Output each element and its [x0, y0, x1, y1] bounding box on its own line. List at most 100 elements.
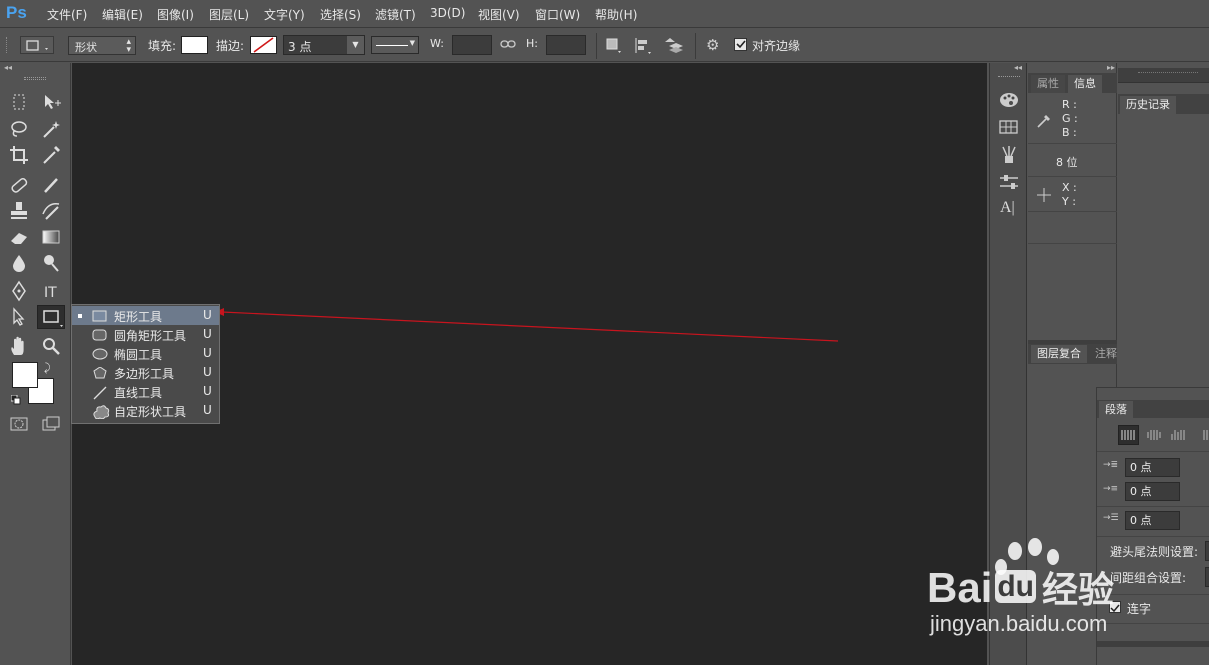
svg-text:IT: IT: [44, 285, 57, 301]
flyout-line-tool[interactable]: 直线工具 U: [72, 382, 219, 401]
color-palette-icon[interactable]: [999, 91, 1019, 112]
adjustment-sliders-icon[interactable]: [999, 173, 1019, 194]
active-indicator-icon: [78, 314, 82, 318]
tool-preset-picker[interactable]: [20, 36, 54, 54]
mode-select[interactable]: 形状 ▴ ▾: [68, 36, 136, 55]
rectangle-icon: [26, 40, 48, 51]
rectangle-tool-button[interactable]: [37, 305, 65, 329]
divider: [596, 33, 597, 59]
shape-tools-flyout-menu: 矩形工具 U 圆角矩形工具 U 椭圆工具 U 多边形工具 U 直线工具 U 自定…: [71, 304, 220, 424]
flyout-polygon-tool[interactable]: 多边形工具 U: [72, 363, 219, 382]
indent-left-field[interactable]: 0 点: [1125, 458, 1180, 477]
tab-paragraph[interactable]: 段落: [1099, 401, 1133, 419]
gear-icon[interactable]: ⚙: [706, 37, 719, 53]
align-edges-checkbox[interactable]: [734, 38, 747, 51]
healing-brush-tool-icon[interactable]: [8, 174, 30, 196]
blur-tool-icon[interactable]: [8, 252, 30, 274]
dropdown-arrow-icon: ▼: [409, 39, 415, 47]
flyout-rectangle-tool[interactable]: 矩形工具 U: [72, 306, 219, 325]
menu-edit[interactable]: 编辑(E): [102, 6, 143, 23]
divider: [695, 33, 696, 59]
flyout-item-label: 圆角矩形工具: [114, 329, 187, 343]
tab-properties[interactable]: 属性: [1031, 75, 1065, 93]
eyedropper-tool-icon[interactable]: [40, 144, 62, 166]
crop-tool-icon[interactable]: [8, 144, 30, 166]
lasso-tool-icon[interactable]: [8, 118, 30, 140]
ellipse-icon: [92, 348, 108, 360]
menu-view[interactable]: 视图(V): [478, 6, 520, 23]
height-field[interactable]: [546, 35, 586, 55]
polygon-icon: [93, 367, 107, 379]
pen-tool-icon[interactable]: [8, 280, 30, 302]
first-line-indent-field[interactable]: 0 点: [1125, 482, 1180, 501]
quick-mask-icon[interactable]: [8, 413, 30, 435]
flyout-rounded-rectangle-tool[interactable]: 圆角矩形工具 U: [72, 325, 219, 344]
tab-history[interactable]: 历史记录: [1120, 96, 1176, 114]
menu-file[interactable]: 文件(F): [47, 6, 87, 23]
width-label: W:: [430, 37, 444, 50]
flyout-item-label: 多边形工具: [114, 367, 175, 381]
menu-image[interactable]: 图像(I): [157, 6, 194, 23]
kinsoku-select[interactable]: [1205, 541, 1209, 561]
history-brush-tool-icon[interactable]: [40, 200, 62, 222]
mojikumi-select[interactable]: [1205, 567, 1209, 587]
bit-depth: 8 位: [1056, 156, 1078, 169]
menu-3d[interactable]: 3D(D): [430, 6, 465, 20]
menu-window[interactable]: 窗口(W): [535, 6, 580, 23]
y-label: Y :: [1062, 195, 1076, 208]
flyout-ellipse-tool[interactable]: 椭圆工具 U: [72, 344, 219, 363]
brush-tool-icon[interactable]: [40, 174, 62, 196]
align-center-button[interactable]: [1145, 426, 1164, 447]
swap-colors-icon[interactable]: ⤸: [44, 361, 51, 375]
kinsoku-label: 避头尾法则设置:: [1110, 545, 1199, 559]
foreground-color-swatch[interactable]: [12, 362, 38, 388]
hyphenate-checkbox[interactable]: [1109, 601, 1121, 613]
menu-type[interactable]: 文字(Y): [264, 6, 305, 23]
screen-mode-icon[interactable]: [40, 413, 62, 435]
fill-label: 填充:: [148, 39, 177, 53]
default-colors-icon[interactable]: [10, 394, 21, 405]
path-arrangement-icon[interactable]: [663, 36, 685, 59]
zoom-tool-icon[interactable]: [40, 335, 62, 357]
marquee-tool-icon[interactable]: [8, 91, 30, 113]
align-right-button[interactable]: [1169, 426, 1188, 447]
menu-select[interactable]: 选择(S): [320, 6, 361, 23]
path-operations-icon[interactable]: [605, 37, 623, 58]
path-alignment-icon[interactable]: [633, 36, 653, 59]
shortcut-label: U: [203, 308, 212, 322]
path-selection-tool-icon[interactable]: [8, 306, 30, 328]
shortcut-label: U: [203, 384, 212, 398]
eraser-tool-icon[interactable]: [8, 226, 30, 248]
move-tool-icon[interactable]: [40, 91, 62, 113]
stroke-width-field[interactable]: 3 点 ▼: [283, 35, 365, 55]
menu-filter[interactable]: 滤镜(T): [375, 6, 416, 23]
stroke-swatch[interactable]: [250, 36, 277, 54]
menu-help[interactable]: 帮助(H): [595, 6, 637, 23]
space-before-field[interactable]: 0 点: [1125, 511, 1180, 530]
character-panel-icon[interactable]: A|: [1000, 199, 1015, 217]
magic-wand-tool-icon[interactable]: [40, 118, 62, 140]
tab-info[interactable]: 信息: [1068, 75, 1102, 93]
fill-swatch[interactable]: [181, 36, 208, 54]
align-left-button[interactable]: [1118, 425, 1139, 445]
indent-left-icon: →≣: [1103, 460, 1119, 470]
clone-stamp-tool-icon[interactable]: [8, 200, 30, 222]
vertical-type-tool-icon[interactable]: IT: [40, 280, 62, 302]
menu-layer[interactable]: 图层(L): [209, 6, 249, 23]
gradient-tool-icon[interactable]: [40, 226, 62, 248]
flyout-item-label: 直线工具: [114, 386, 163, 400]
tab-layer-comps[interactable]: 图层复合: [1031, 345, 1087, 363]
swatches-grid-icon[interactable]: [999, 119, 1019, 138]
stroke-type-select[interactable]: ▼: [371, 36, 419, 54]
hand-tool-icon[interactable]: [8, 335, 30, 357]
collapse-arrows-icon[interactable]: ◂◂: [4, 63, 12, 72]
width-field[interactable]: [452, 35, 492, 55]
collapse-arrows-icon[interactable]: ◂◂: [1014, 63, 1022, 72]
align-edges-label: 对齐边缘: [752, 39, 801, 53]
dodge-tool-icon[interactable]: [40, 252, 62, 274]
justify-button[interactable]: [1201, 426, 1209, 447]
eyedropper-icon: [1036, 113, 1052, 132]
link-icon[interactable]: [500, 38, 516, 53]
brush-presets-icon[interactable]: [999, 145, 1019, 168]
flyout-custom-shape-tool[interactable]: 自定形状工具 U: [72, 401, 219, 420]
